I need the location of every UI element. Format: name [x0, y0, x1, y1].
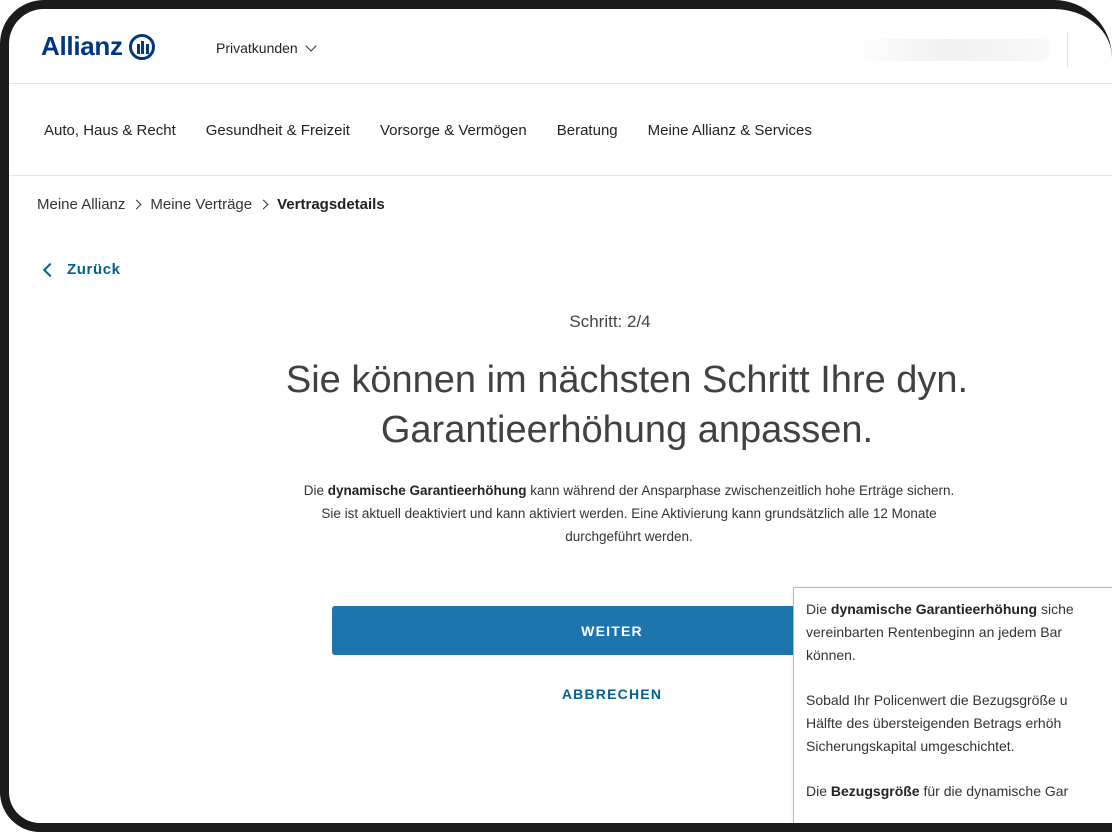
title-line-1: Sie können im nächsten Schritt Ihre dyn.	[285, 359, 969, 401]
top-bar: Allianz Privatkunden	[9, 9, 1112, 84]
tooltip-p3-rest: für die dynamische Gar	[919, 783, 1069, 799]
tooltip-paragraph-1: Die dynamische Garantieerhöhung siche ve…	[806, 598, 1112, 667]
tooltip-p2-line2: Hälfte des übersteigenden Betrags erhöh	[806, 715, 1062, 731]
tooltip-p3-bold: Bezugsgröße	[830, 783, 920, 799]
tooltip-p1-line2: vereinbarten Rentenbeginn an jedem Bar	[806, 624, 1063, 640]
tooltip-p1-rest: siche	[1037, 601, 1074, 617]
info-tooltip: Die dynamische Garantieerhöhung siche ve…	[793, 587, 1112, 823]
chevron-right-icon	[131, 199, 142, 210]
chevron-right-icon	[258, 199, 269, 210]
blurred-header-element	[849, 39, 1049, 61]
description-text: Die dynamische Garantieerhöhung kann wäh…	[219, 479, 1039, 548]
desc-line1-rest: kann während der Ansparphase zwischenzei…	[526, 483, 955, 498]
header-divider	[1067, 33, 1068, 67]
nav-item-vorsorge-vermoegen[interactable]: Vorsorge & Vermögen	[380, 122, 527, 139]
breadcrumb-current: Vertragsdetails	[277, 196, 385, 213]
back-link[interactable]: Zurück	[42, 261, 121, 278]
desc-line2: Sie ist aktuell deaktiviert und kann akt…	[321, 506, 937, 521]
nav-item-meine-allianz-services[interactable]: Meine Allianz & Services	[648, 122, 812, 139]
breadcrumb-meine-vertraege[interactable]: Meine Verträge	[150, 196, 252, 213]
desc-pre: Die	[303, 483, 328, 498]
breadcrumb: Meine Allianz Meine Verträge Vertragsdet…	[37, 196, 385, 213]
tooltip-p3-pre: Die	[806, 783, 831, 799]
allianz-logo[interactable]: Allianz	[41, 31, 155, 62]
screen-frame: Allianz Privatkunden Auto, Haus & Recht …	[0, 0, 1112, 832]
allianz-eagle-icon	[128, 33, 155, 60]
chevron-left-icon	[42, 262, 58, 277]
segment-dropdown[interactable]: Privatkunden	[216, 40, 317, 56]
tooltip-p2-line1: Sobald Ihr Policenwert die Bezugsgröße u	[806, 692, 1068, 708]
nav-item-gesundheit-freizeit[interactable]: Gesundheit & Freizeit	[206, 122, 350, 139]
segment-label: Privatkunden	[216, 40, 298, 56]
breadcrumb-meine-allianz[interactable]: Meine Allianz	[37, 196, 125, 213]
tooltip-p1-pre: Die	[806, 601, 831, 617]
nav-item-beratung[interactable]: Beratung	[557, 122, 618, 139]
step-indicator: Schritt: 2/4	[569, 312, 651, 331]
desc-bold: dynamische Garantieerhöhung	[327, 483, 527, 498]
tooltip-paragraph-2: Sobald Ihr Policenwert die Bezugsgröße u…	[806, 689, 1112, 758]
tooltip-p1-bold: dynamische Garantieerhöhung	[830, 601, 1038, 617]
back-label: Zurück	[67, 261, 121, 278]
page-title: Sie können im nächsten Schritt Ihre dyn.…	[217, 355, 1037, 455]
tooltip-p1-line3: können.	[806, 647, 856, 663]
nav-item-auto-haus-recht[interactable]: Auto, Haus & Recht	[44, 122, 176, 139]
desc-line3: durchgeführt werden.	[565, 529, 693, 544]
chevron-down-icon	[305, 40, 317, 52]
brand-wordmark: Allianz	[41, 31, 123, 61]
tooltip-p2-line3: Sicherungskapital umgeschichtet.	[806, 738, 1015, 754]
tooltip-paragraph-3: Die Bezugsgröße für die dynamische Gar	[806, 780, 1112, 803]
main-navigation: Auto, Haus & Recht Gesundheit & Freizeit…	[9, 84, 1112, 176]
title-line-2: Garantieerhöhung anpassen.	[380, 409, 874, 451]
